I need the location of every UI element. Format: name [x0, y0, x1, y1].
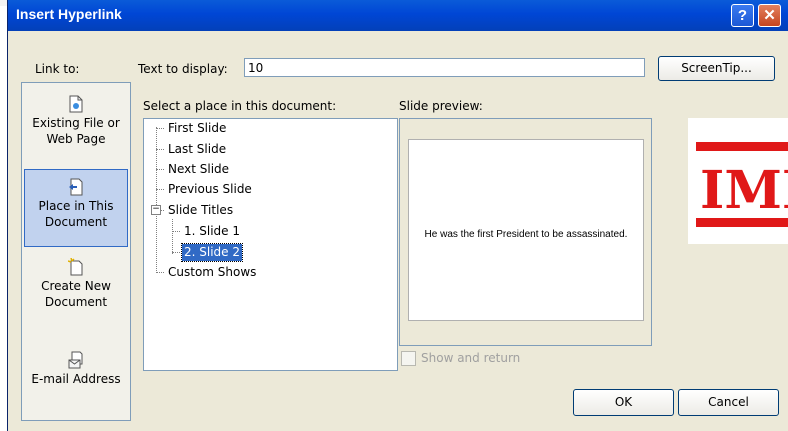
show-and-return-label: Show and return	[421, 351, 521, 365]
slide-preview-pane: He was the first President to be assassi…	[399, 118, 652, 346]
tree-branch	[156, 149, 164, 150]
tree-node-last-slide[interactable]: Last Slide	[166, 141, 228, 158]
nav-create-line1: Create New	[41, 279, 111, 293]
tree-node-slide-titles[interactable]: Slide Titles	[166, 202, 235, 219]
tree-line-child	[172, 219, 173, 254]
svg-text:IMP: IMP	[700, 160, 788, 221]
place-in-document-icon	[68, 178, 84, 196]
nav-existing-file[interactable]: Existing File or Web Page	[24, 95, 128, 147]
tree-branch	[156, 189, 164, 190]
imp-stamp-graphic: IMP	[696, 142, 788, 227]
tree-branch	[156, 272, 164, 273]
ok-button[interactable]: OK	[573, 389, 674, 416]
slide-preview-label: Slide preview:	[399, 99, 483, 113]
nav-existing-file-line1: Existing File or	[32, 116, 120, 130]
title-bar[interactable]: Insert Hyperlink ? ✕	[8, 0, 788, 31]
nav-email-address[interactable]: E-mail Address	[24, 351, 128, 387]
nav-create-new-document[interactable]: Create New Document	[24, 257, 128, 310]
tree-branch	[172, 252, 180, 253]
nav-create-line2: Document	[44, 295, 108, 309]
text-to-display-label: Text to display:	[138, 62, 228, 76]
text-to-display-input[interactable]: 10	[244, 58, 645, 77]
tree-branch	[156, 128, 164, 129]
select-place-label: Select a place in this document:	[143, 99, 337, 113]
tree-node-custom-shows[interactable]: Custom Shows	[166, 264, 258, 281]
slide-preview-text: He was the first President to be assassi…	[424, 229, 628, 240]
imp-stamp-image: IMP	[688, 118, 788, 244]
screentip-button[interactable]: ScreenTip...	[658, 56, 775, 81]
nav-existing-file-line2: Web Page	[46, 132, 106, 146]
dialog-title: Insert Hyperlink	[16, 6, 122, 22]
insert-hyperlink-dialog: Insert Hyperlink ? ✕ Link to: Existing F…	[7, 0, 788, 431]
email-icon	[68, 351, 84, 369]
collapse-icon[interactable]: −	[151, 205, 161, 215]
slide-thumbnail: He was the first President to be assassi…	[408, 139, 644, 321]
tree-branch	[156, 169, 164, 170]
place-tree[interactable]: First Slide Last Slide Next Slide Previo…	[143, 118, 398, 371]
nav-place-line1: Place in This	[38, 199, 114, 213]
existing-file-icon	[68, 95, 84, 113]
cancel-button[interactable]: Cancel	[678, 389, 779, 416]
nav-place-line2: Document	[44, 215, 108, 229]
create-new-document-icon	[67, 257, 84, 276]
tree-node-slide-1[interactable]: 1. Slide 1	[182, 223, 242, 240]
help-button[interactable]: ?	[731, 4, 754, 27]
nav-place-in-document[interactable]: Place in This Document	[24, 169, 128, 247]
tree-node-slide-2[interactable]: 2. Slide 2	[181, 243, 243, 262]
link-to-label: Link to:	[35, 62, 80, 76]
tree-node-previous-slide[interactable]: Previous Slide	[166, 181, 254, 198]
tree-node-first-slide[interactable]: First Slide	[166, 120, 228, 137]
show-and-return-checkbox[interactable]	[401, 351, 416, 366]
nav-email-line1: E-mail Address	[31, 372, 121, 386]
tree-branch	[172, 231, 180, 232]
link-to-bar: Existing File or Web Page Place in This …	[21, 82, 131, 421]
tree-node-next-slide[interactable]: Next Slide	[166, 161, 231, 178]
close-button[interactable]: ✕	[758, 4, 781, 27]
